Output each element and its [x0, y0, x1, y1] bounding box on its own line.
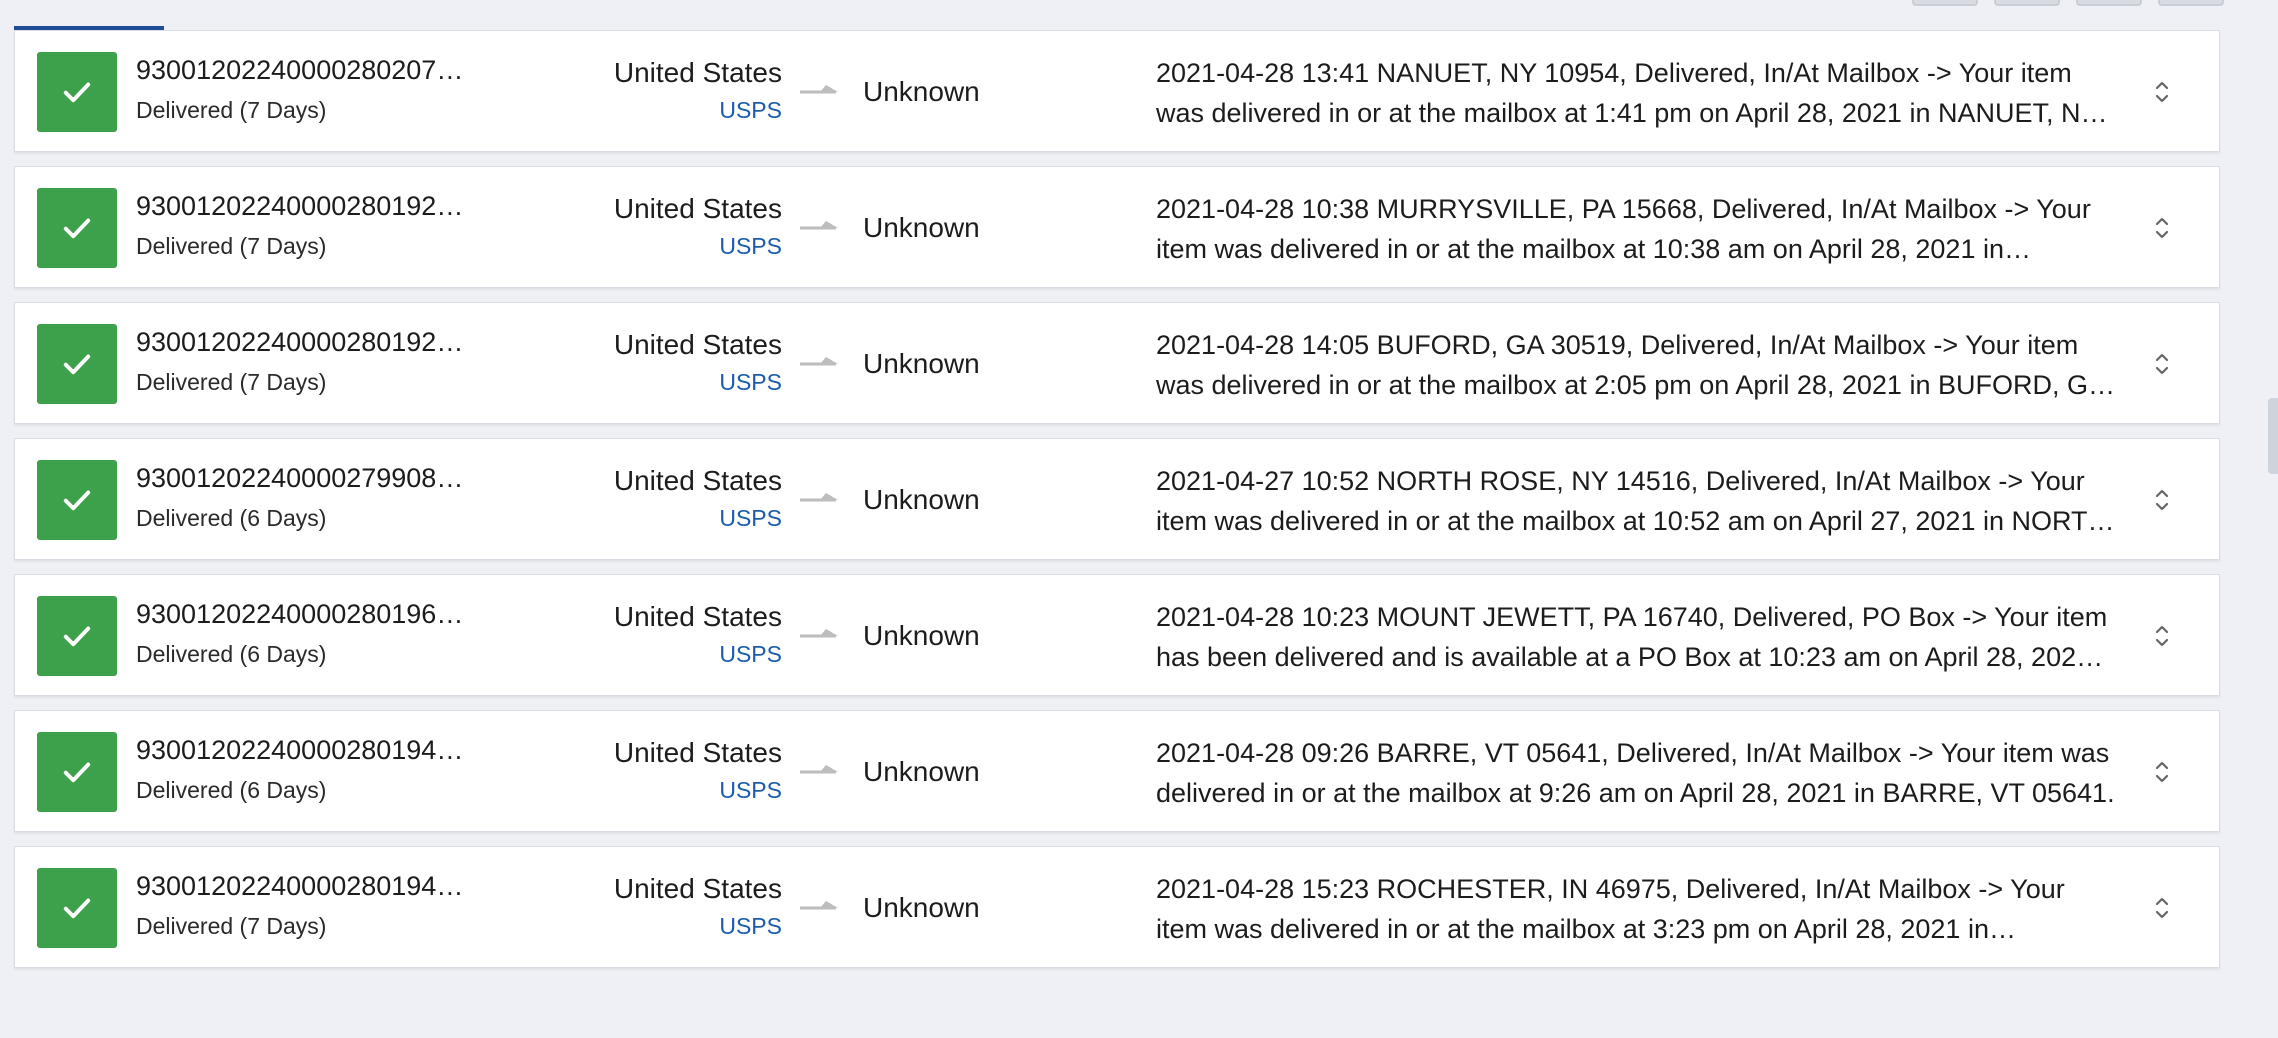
- destination-country: Unknown: [863, 348, 980, 379]
- origin-country: United States: [613, 737, 782, 768]
- latest-event: 2021-04-28 10:38 MURRYSVILLE, PA 15668, …: [1156, 194, 2091, 264]
- toolbar-button-1[interactable]: [1912, 0, 1978, 6]
- check-icon: [37, 460, 117, 540]
- tracking-number[interactable]: 93001202240000279908…: [136, 463, 476, 494]
- check-icon: [37, 324, 117, 404]
- shipment-row[interactable]: 93001202240000280194… Delivered (7 Days)…: [14, 846, 2220, 968]
- carrier-link[interactable]: USPS: [719, 913, 782, 940]
- carrier-link[interactable]: USPS: [719, 369, 782, 396]
- carrier-link[interactable]: USPS: [719, 233, 782, 260]
- arrow-right-icon: [800, 765, 838, 774]
- delivery-status: Delivered (6 Days): [136, 505, 327, 531]
- delivery-status: Delivered (6 Days): [136, 777, 327, 803]
- shipment-list: 93001202240000280207… Delivered (7 Days)…: [14, 30, 2220, 982]
- arrow-right-icon: [800, 629, 838, 638]
- check-icon: [37, 868, 117, 948]
- chevron-up-down-icon[interactable]: [2149, 620, 2175, 652]
- arrow-right-icon: [800, 901, 838, 910]
- carrier-link[interactable]: USPS: [719, 777, 782, 804]
- latest-event: 2021-04-28 09:26 BARRE, VT 05641, Delive…: [1156, 738, 2115, 808]
- arrow-right-icon: [800, 85, 838, 94]
- chevron-up-down-icon[interactable]: [2149, 212, 2175, 244]
- chevron-up-down-icon[interactable]: [2149, 756, 2175, 788]
- chevron-up-down-icon[interactable]: [2149, 76, 2175, 108]
- delivery-status: Delivered (6 Days): [136, 641, 327, 667]
- latest-event: 2021-04-28 14:05 BUFORD, GA 30519, Deliv…: [1156, 330, 2105, 400]
- delivery-status: Delivered (7 Days): [136, 233, 327, 259]
- tracking-number[interactable]: 93001202240000280192…: [136, 327, 476, 358]
- chevron-up-down-icon[interactable]: [2149, 484, 2175, 516]
- delivery-status: Delivered (7 Days): [136, 913, 327, 939]
- origin-country: United States: [613, 193, 782, 224]
- destination-country: Unknown: [863, 212, 980, 243]
- destination-country: Unknown: [863, 484, 980, 515]
- latest-event: 2021-04-28 15:23 ROCHESTER, IN 46975, De…: [1156, 874, 2065, 944]
- origin-country: United States: [613, 465, 782, 496]
- shipment-row[interactable]: 93001202240000280207… Delivered (7 Days)…: [14, 30, 2220, 152]
- delivery-status: Delivered (7 Days): [136, 97, 327, 123]
- carrier-link[interactable]: USPS: [719, 505, 782, 532]
- shipment-row[interactable]: 93001202240000280192… Delivered (7 Days)…: [14, 302, 2220, 424]
- shipment-row[interactable]: 93001202240000279908… Delivered (6 Days)…: [14, 438, 2220, 560]
- destination-country: Unknown: [863, 756, 980, 787]
- latest-event: 2021-04-28 13:41 NANUET, NY 10954, Deliv…: [1156, 58, 2098, 128]
- check-icon: [37, 188, 117, 268]
- arrow-right-icon: [800, 357, 838, 366]
- destination-country: Unknown: [863, 76, 980, 107]
- origin-country: United States: [613, 329, 782, 360]
- origin-country: United States: [613, 873, 782, 904]
- toolbar-button-4[interactable]: [2158, 0, 2224, 6]
- chevron-up-down-icon[interactable]: [2149, 892, 2175, 924]
- toolbar-button-2[interactable]: [1994, 0, 2060, 6]
- carrier-link[interactable]: USPS: [719, 97, 782, 124]
- check-icon: [37, 596, 117, 676]
- arrow-right-icon: [800, 493, 838, 502]
- origin-country: United States: [613, 601, 782, 632]
- arrow-right-icon: [800, 221, 838, 230]
- tracking-number[interactable]: 93001202240000280196…: [136, 599, 476, 630]
- tracking-number[interactable]: 93001202240000280207…: [136, 55, 476, 86]
- latest-event: 2021-04-28 10:23 MOUNT JEWETT, PA 16740,…: [1156, 602, 2108, 672]
- latest-event: 2021-04-27 10:52 NORTH ROSE, NY 14516, D…: [1156, 466, 2107, 536]
- tracking-number[interactable]: 93001202240000280194…: [136, 735, 476, 766]
- carrier-link[interactable]: USPS: [719, 641, 782, 668]
- tracking-number[interactable]: 93001202240000280192…: [136, 191, 476, 222]
- delivery-status: Delivered (7 Days): [136, 369, 327, 395]
- shipment-row[interactable]: 93001202240000280196… Delivered (6 Days)…: [14, 574, 2220, 696]
- scrollbar-edge[interactable]: [2268, 398, 2278, 474]
- shipment-row[interactable]: 93001202240000280194… Delivered (6 Days)…: [14, 710, 2220, 832]
- toolbar-button-3[interactable]: [2076, 0, 2142, 6]
- chevron-up-down-icon[interactable]: [2149, 348, 2175, 380]
- destination-country: Unknown: [863, 892, 980, 923]
- check-icon: [37, 732, 117, 812]
- check-icon: [37, 52, 117, 132]
- shipment-row[interactable]: 93001202240000280192… Delivered (7 Days)…: [14, 166, 2220, 288]
- origin-country: United States: [613, 57, 782, 88]
- tracking-number[interactable]: 93001202240000280194…: [136, 871, 476, 902]
- destination-country: Unknown: [863, 620, 980, 651]
